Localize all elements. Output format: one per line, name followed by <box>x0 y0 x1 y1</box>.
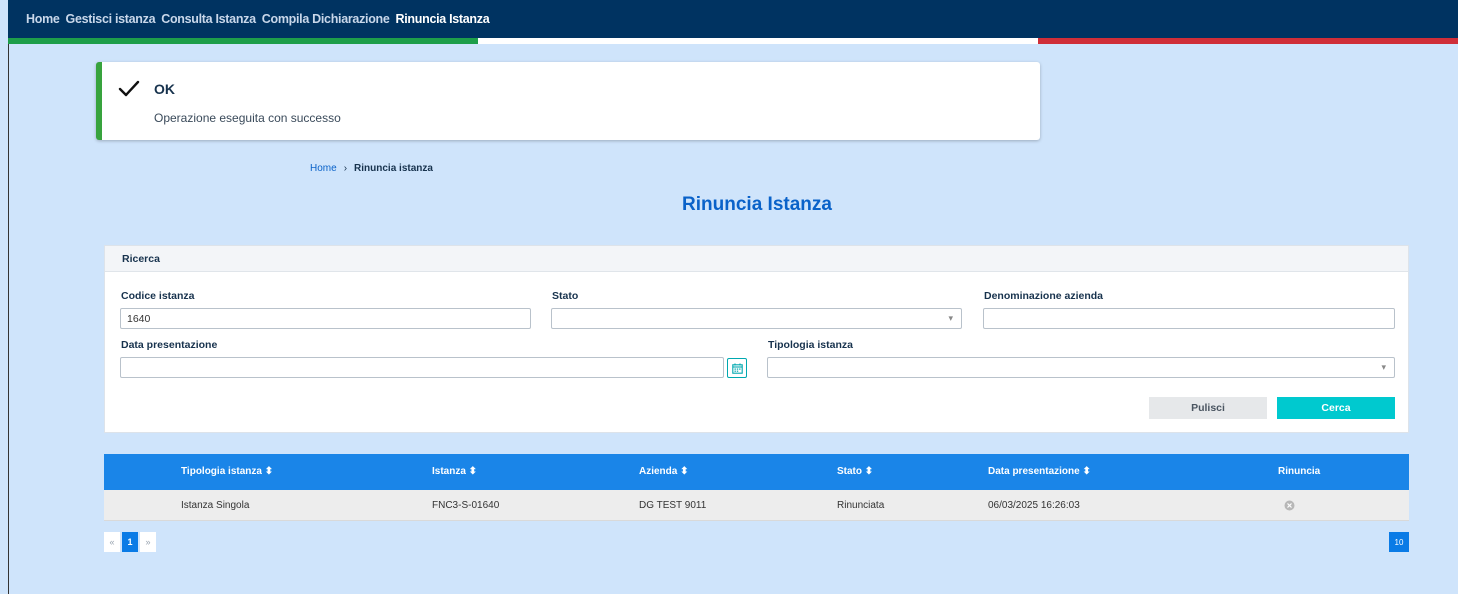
nav-item-compila-dichiarazione[interactable]: Compila Dichiarazione <box>262 12 390 26</box>
codice-istanza-input[interactable]: 1640 <box>120 308 531 329</box>
chevron-down-icon: ▾ <box>948 313 953 323</box>
pagination-prev[interactable]: « <box>104 532 120 552</box>
clear-button[interactable]: Pulisci <box>1149 397 1267 419</box>
top-navigation: Home Gestisci istanza Consulta Istanza C… <box>8 0 1458 38</box>
results-table: Tipologia istanza ⬍ Istanza ⬍ Azienda ⬍ … <box>104 454 1409 521</box>
success-alert: OK Operazione eseguita con successo <box>96 62 1040 140</box>
breadcrumb-current: Rinuncia istanza <box>354 163 433 174</box>
flag-green <box>8 38 478 44</box>
nav-item-gestisci-istanza[interactable]: Gestisci istanza <box>66 12 156 26</box>
data-presentazione-label: Data presentazione <box>121 339 218 351</box>
column-istanza[interactable]: Istanza ⬍ <box>432 466 477 477</box>
page-size-selector[interactable]: 10 <box>1389 532 1409 552</box>
alert-message: Operazione eseguita con successo <box>154 111 341 125</box>
breadcrumb: Home › Rinuncia istanza <box>310 163 433 174</box>
pagination-next[interactable]: » <box>140 532 156 552</box>
alert-title: OK <box>154 81 175 97</box>
nav-item-rinuncia-istanza[interactable]: Rinuncia Istanza <box>396 12 490 26</box>
column-rinuncia: Rinuncia <box>1278 466 1321 477</box>
column-azienda[interactable]: Azienda ⬍ <box>639 466 689 477</box>
cancel-circle-icon[interactable] <box>1284 500 1295 511</box>
cell-istanza: FNC3-S-01640 <box>432 500 500 511</box>
nav-item-home[interactable]: Home <box>26 12 60 26</box>
codice-istanza-label: Codice istanza <box>121 290 195 302</box>
tipologia-istanza-select[interactable]: ▾ <box>767 357 1395 378</box>
flag-red <box>1038 38 1458 44</box>
chevron-down-icon: ▾ <box>1381 362 1386 372</box>
check-icon <box>118 80 140 97</box>
pagination-page-1[interactable]: 1 <box>122 532 138 552</box>
breadcrumb-separator: › <box>343 163 348 174</box>
cell-azienda: DG TEST 9011 <box>639 500 707 511</box>
search-panel: Ricerca Codice istanza 1640 Stato ▾ Deno… <box>104 245 1409 433</box>
table-header: Tipologia istanza ⬍ Istanza ⬍ Azienda ⬍ … <box>104 454 1409 490</box>
calendar-icon <box>731 363 743 374</box>
search-button[interactable]: Cerca <box>1277 397 1395 419</box>
calendar-button[interactable] <box>727 358 747 378</box>
search-panel-title: Ricerca <box>105 246 1408 272</box>
denominazione-azienda-input[interactable] <box>983 308 1395 329</box>
stato-label: Stato <box>552 290 579 302</box>
cell-data-presentazione: 06/03/2025 16:26:03 <box>988 500 1080 511</box>
cell-stato: Rinunciata <box>837 500 885 511</box>
breadcrumb-home-link[interactable]: Home <box>310 163 337 174</box>
cell-tipologia: Istanza Singola <box>181 500 250 511</box>
page-title: Rinuncia Istanza <box>682 194 832 215</box>
tipologia-istanza-label: Tipologia istanza <box>768 339 853 351</box>
table-row: Istanza Singola FNC3-S-01640 DG TEST 901… <box>104 490 1409 521</box>
denominazione-azienda-label: Denominazione azienda <box>984 290 1104 302</box>
italian-flag-stripe <box>8 38 1458 44</box>
column-data-presentazione[interactable]: Data presentazione ⬍ <box>988 466 1091 477</box>
nav-item-consulta-istanza[interactable]: Consulta Istanza <box>161 12 256 26</box>
pagination: « 1 » <box>104 532 156 552</box>
flag-white <box>478 38 1038 44</box>
column-stato[interactable]: Stato ⬍ <box>837 466 873 477</box>
column-tipologia-istanza[interactable]: Tipologia istanza ⬍ <box>181 466 273 477</box>
data-presentazione-input[interactable] <box>120 357 724 378</box>
stato-select[interactable]: ▾ <box>551 308 962 329</box>
